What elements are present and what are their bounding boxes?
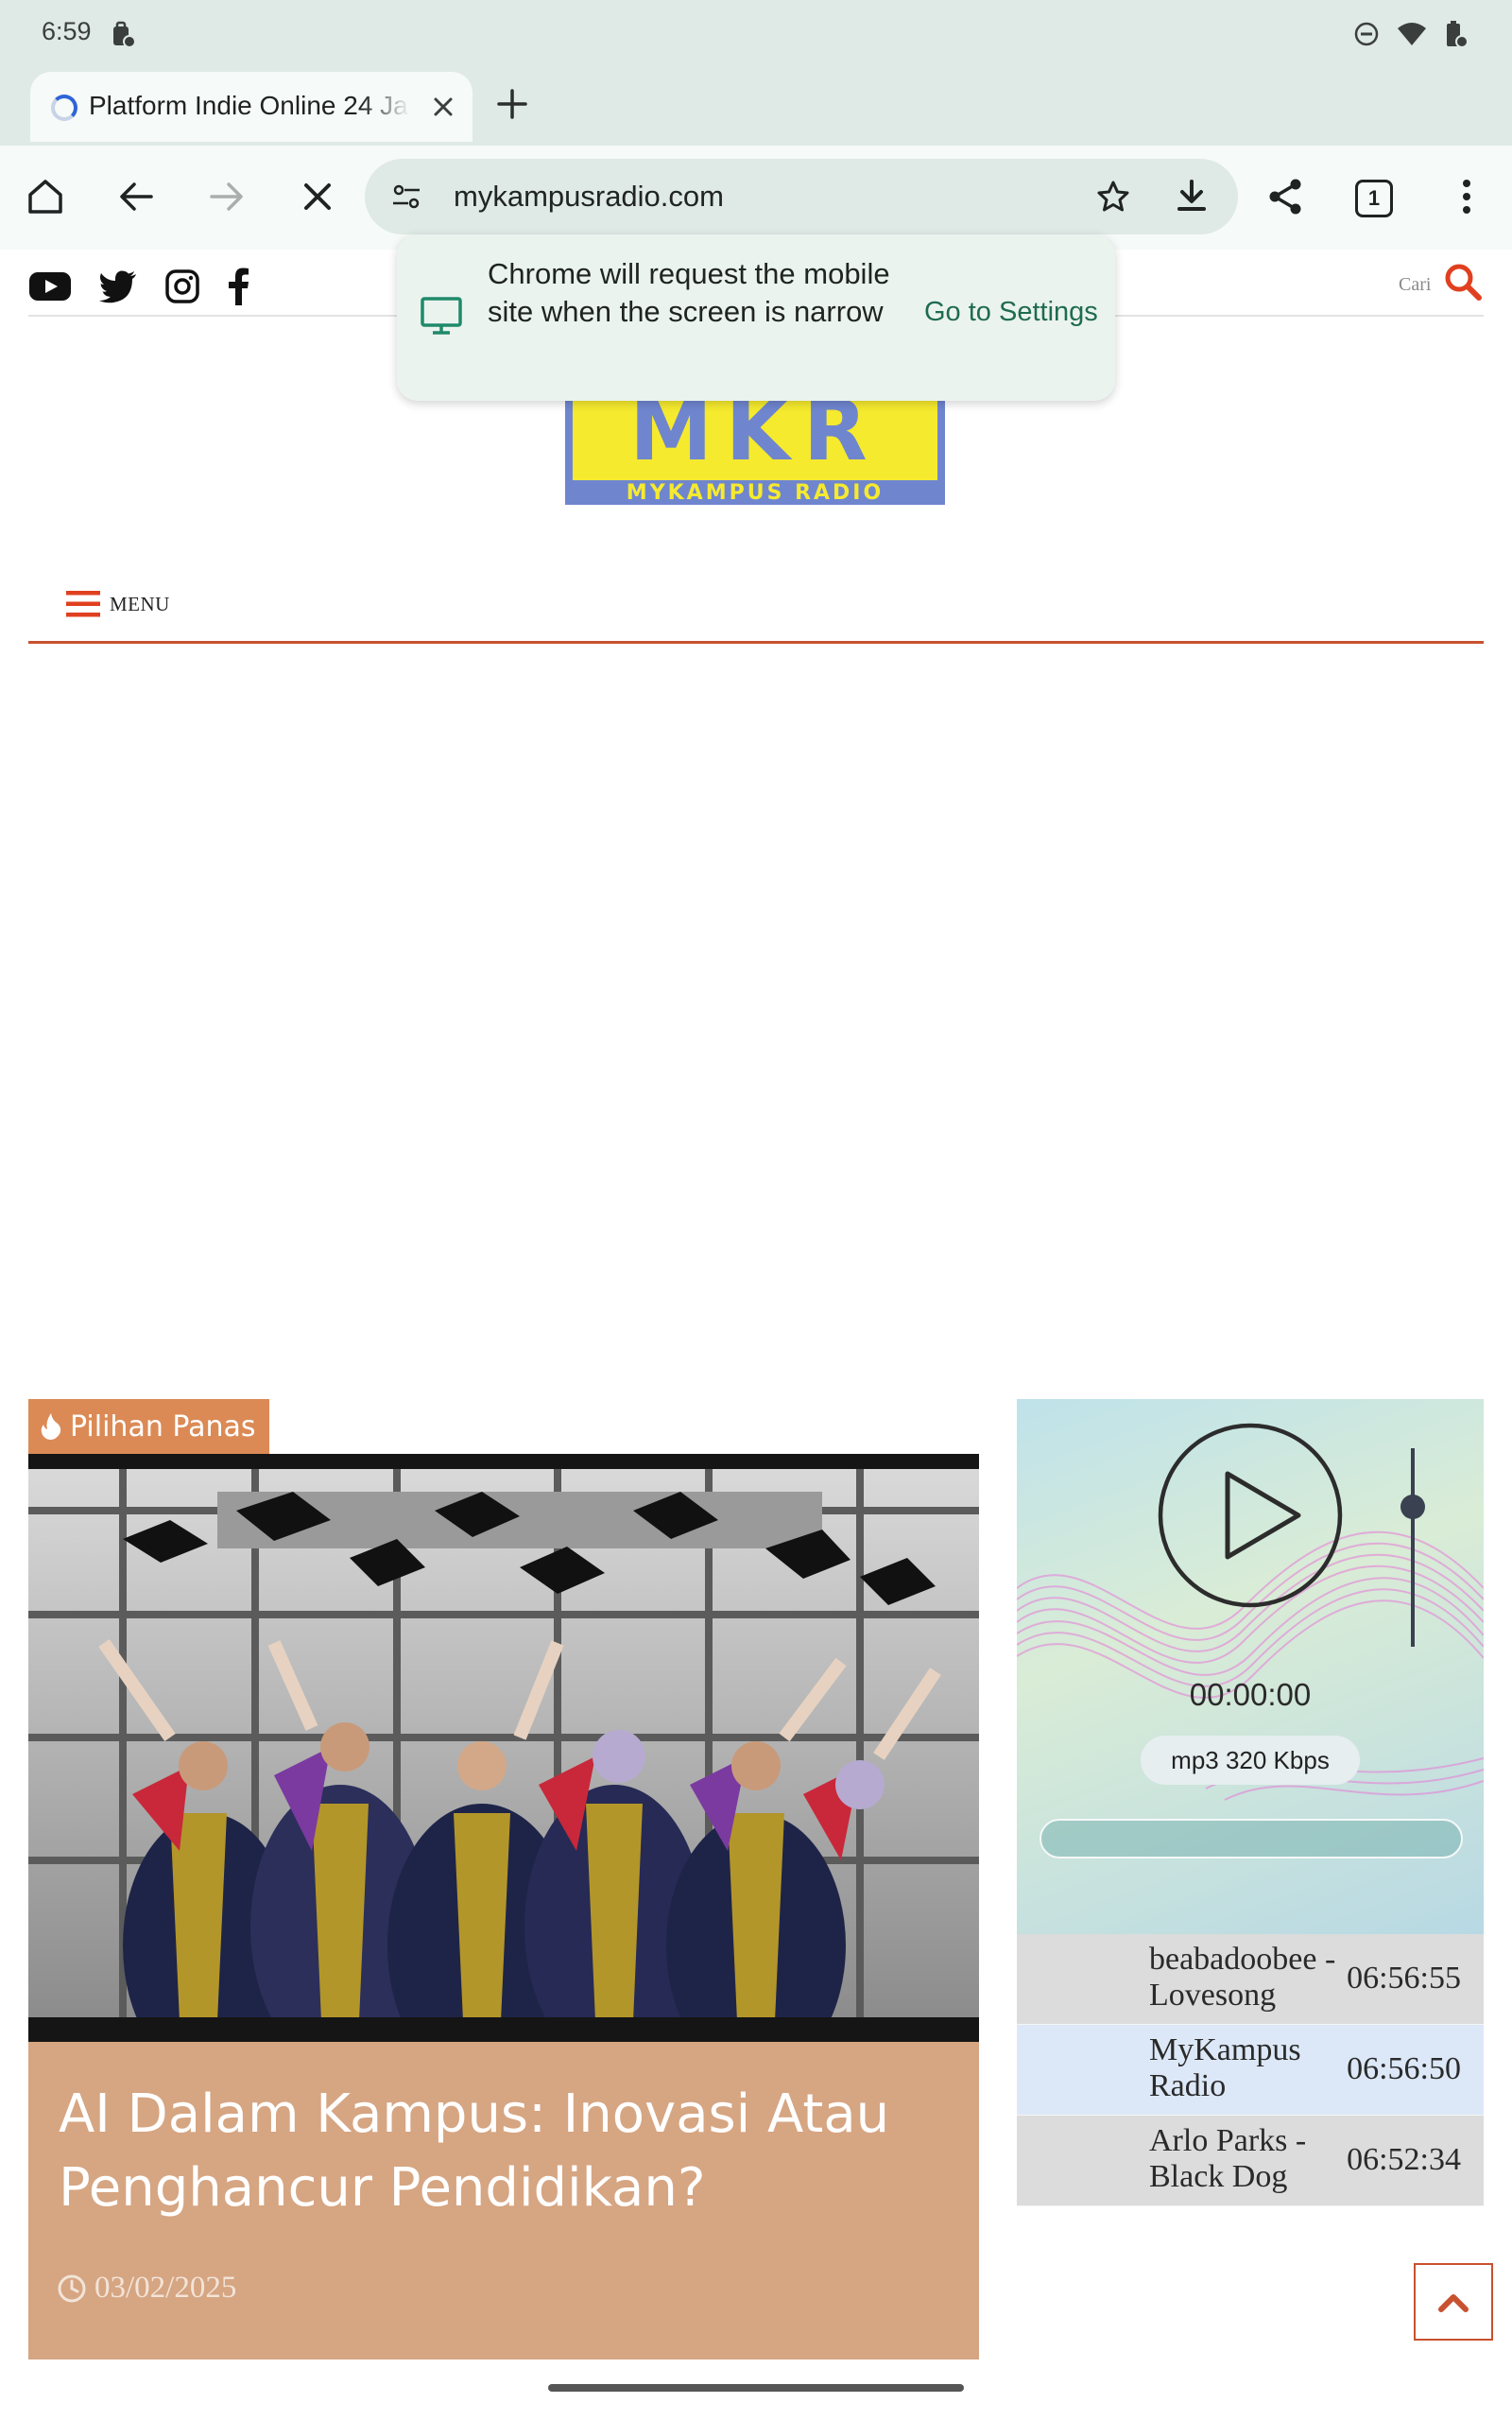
menu-button[interactable]: MENU — [66, 590, 170, 618]
article-hero-image[interactable] — [28, 1454, 979, 2042]
youtube-link[interactable] — [28, 265, 72, 308]
more-menu-button[interactable] — [1442, 172, 1491, 221]
facebook-icon — [229, 268, 249, 305]
chevron-up-icon — [1438, 2294, 1469, 2312]
share-button[interactable] — [1261, 172, 1310, 221]
site-logo[interactable]: MKR MYKAMPUS RADIO — [565, 389, 945, 512]
bookmark-star-icon[interactable] — [1094, 178, 1132, 216]
hot-pick-label: Pilihan Panas — [70, 1409, 256, 1443]
history-track-time: 06:52:34 — [1347, 2142, 1461, 2177]
close-tab-icon[interactable] — [427, 91, 459, 123]
volume-slider[interactable] — [1399, 1448, 1427, 1647]
search-label: Cari — [1399, 274, 1432, 295]
article-date-text: 03/02/2025 — [94, 2271, 237, 2305]
arrow-left-icon — [120, 182, 153, 211]
url-text: mykampusradio.com — [454, 180, 724, 213]
history-track-title: beabadoobee - Lovesong — [1149, 1942, 1336, 2013]
youtube-icon — [29, 272, 71, 301]
twitter-icon — [99, 270, 136, 303]
new-tab-icon[interactable] — [493, 85, 531, 123]
clock-icon — [58, 2274, 86, 2302]
more-vert-icon — [1463, 180, 1470, 214]
close-icon — [304, 183, 331, 210]
article-date: 03/02/2025 — [57, 2271, 236, 2306]
work-profile-icon — [113, 21, 136, 48]
desktop-monitor-icon — [421, 297, 462, 335]
recently-played-list: beabadoobee - Lovesong 06:56:55 MyKampus… — [1017, 1934, 1484, 2206]
article-caption[interactable]: AI Dalam Kampus: Inovasi Atau Penghancur… — [28, 2042, 979, 2360]
history-item: MyKampus Radio 06:56:50 — [1017, 2025, 1484, 2116]
history-track-title: Arlo Parks - Black Dog — [1149, 2123, 1307, 2194]
stop-loading-button[interactable] — [293, 172, 342, 221]
history-track-time: 06:56:55 — [1347, 1961, 1461, 1996]
do-not-disturb-icon — [1354, 22, 1379, 46]
browser-tab[interactable]: Platform Indie Online 24 Jam — [30, 72, 472, 142]
search-icon[interactable] — [1442, 261, 1484, 302]
radio-player: 00:00:00 mp3 320 Kbps — [1017, 1399, 1484, 1934]
hamburger-menu-icon — [66, 591, 100, 617]
player-progress-bar[interactable] — [1040, 1819, 1463, 1858]
gesture-navigation-bar[interactable] — [548, 2384, 964, 2392]
instagram-icon — [165, 269, 199, 303]
home-button[interactable] — [21, 172, 70, 221]
tab-title: Platform Indie Online 24 Jam — [89, 91, 410, 120]
address-bar[interactable]: mykampusradio.com — [365, 159, 1238, 234]
loading-spinner-icon — [51, 95, 77, 121]
desktop-site-message-text: Chrome will request the mobile site when… — [488, 257, 890, 328]
home-icon — [28, 180, 62, 214]
flame-icon — [41, 1413, 61, 1440]
twitter-link[interactable] — [98, 265, 138, 308]
share-icon — [1269, 179, 1301, 215]
facebook-link[interactable] — [227, 265, 249, 308]
browser-window: 6:59 Platform Indie Online 24 Jam mykamp… — [0, 0, 1512, 2420]
history-item: Arlo Parks - Black Dog 06:52:34 — [1017, 2116, 1484, 2206]
svg-text:MYKAMPUS RADIO: MYKAMPUS RADIO — [627, 481, 884, 505]
article-title[interactable]: AI Dalam Kampus: Inovasi Atau Penghancur… — [59, 2078, 947, 2225]
scroll-to-top-button[interactable] — [1414, 2263, 1493, 2341]
battery-icon — [1447, 21, 1469, 48]
history-track-title: MyKampus Radio — [1149, 2032, 1301, 2103]
menu-label: MENU — [110, 592, 170, 615]
site-settings-icon[interactable] — [389, 180, 423, 214]
forward-button[interactable] — [202, 172, 251, 221]
instagram-link[interactable] — [164, 265, 200, 308]
tab-strip: Platform Indie Online 24 Jam — [0, 68, 1512, 146]
tab-switcher-button[interactable]: 1 — [1355, 180, 1393, 217]
menu-divider — [28, 641, 1484, 644]
go-to-settings-button[interactable]: Go to Settings — [924, 297, 1098, 328]
bitrate-badge: mp3 320 Kbps — [1141, 1736, 1360, 1785]
desktop-site-message: Chrome will request the mobile site when… — [397, 234, 1115, 401]
status-time: 6:59 — [42, 17, 92, 45]
wifi-icon — [1398, 23, 1426, 45]
status-bar: 6:59 — [0, 0, 1512, 68]
back-button[interactable] — [112, 172, 161, 221]
arrow-right-icon — [210, 182, 243, 211]
history-item: beabadoobee - Lovesong 06:56:55 — [1017, 1934, 1484, 2025]
download-icon[interactable] — [1172, 176, 1211, 216]
svg-text:MKR: MKR — [629, 389, 881, 479]
hot-pick-badge[interactable]: Pilihan Panas — [28, 1399, 269, 1454]
history-track-time: 06:56:50 — [1347, 2051, 1461, 2086]
player-elapsed-time: 00:00:00 — [1189, 1677, 1312, 1712]
play-button[interactable] — [1157, 1422, 1344, 1609]
